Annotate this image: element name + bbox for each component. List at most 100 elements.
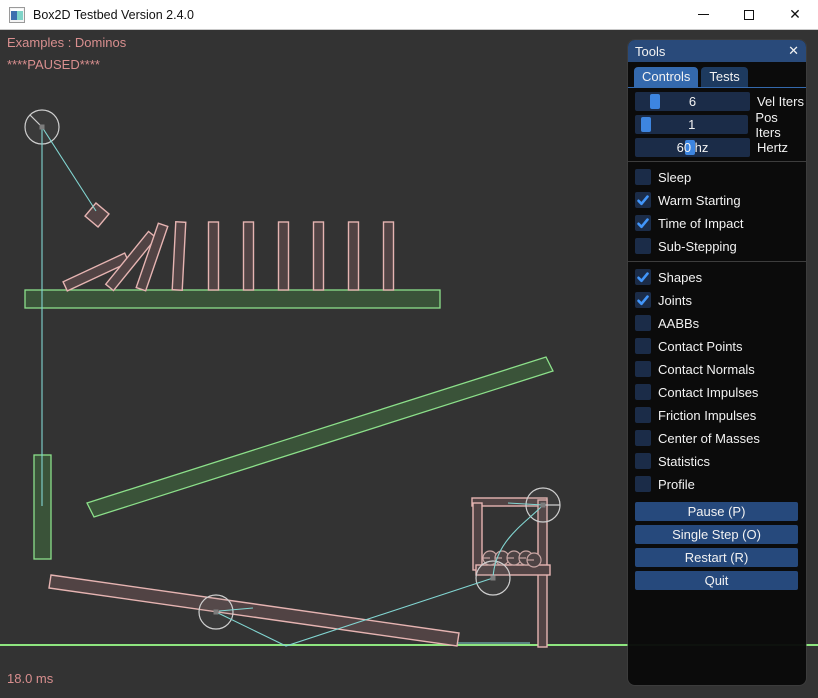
maximize-button[interactable] bbox=[726, 0, 772, 29]
upright-domino bbox=[172, 222, 186, 290]
tab-label: Controls bbox=[642, 69, 690, 84]
slider-label: Hertz bbox=[757, 140, 788, 155]
checkbox[interactable] bbox=[635, 215, 651, 231]
checkbox-row[interactable]: Joints bbox=[635, 292, 806, 308]
tools-panel: Tools ✕ Controls Tests bbox=[628, 40, 806, 685]
checkbox-row[interactable]: Time of Impact bbox=[635, 215, 806, 231]
checkbox[interactable] bbox=[635, 292, 651, 308]
checkbox-row[interactable]: Center of Masses bbox=[635, 430, 806, 446]
tilted-beam bbox=[87, 357, 553, 517]
checkbox[interactable] bbox=[635, 407, 651, 423]
panel-tab[interactable]: Controls bbox=[634, 67, 698, 87]
checkbox-label: Statistics bbox=[658, 454, 710, 469]
tools-panel-titlebar[interactable]: Tools ✕ bbox=[628, 40, 806, 62]
slider-row: 6 Vel Iters bbox=[635, 92, 806, 111]
domino-platform bbox=[25, 290, 440, 308]
slider-value: 1 bbox=[635, 115, 748, 134]
checkbox-row[interactable]: Friction Impulses bbox=[635, 407, 806, 423]
window-controls: ✕ bbox=[680, 0, 818, 29]
checkbox[interactable] bbox=[635, 169, 651, 185]
checkbox-label: Contact Normals bbox=[658, 362, 755, 377]
checkbox-label: Center of Masses bbox=[658, 431, 760, 446]
checkbox-row[interactable]: Contact Impulses bbox=[635, 384, 806, 400]
checkbox-label: Profile bbox=[658, 477, 695, 492]
panel-button-label: Pause (P) bbox=[688, 504, 746, 519]
slider-label: Pos Iters bbox=[755, 110, 806, 140]
checkbox-label: Joints bbox=[658, 293, 692, 308]
upright-domino bbox=[279, 222, 289, 290]
panel-button[interactable]: Single Step (O) bbox=[635, 525, 798, 544]
checkbox-label: Time of Impact bbox=[658, 216, 743, 231]
app-window: Box2D Testbed Version 2.4.0 ✕ bbox=[0, 0, 818, 698]
panel-button[interactable]: Restart (R) bbox=[635, 548, 798, 567]
pendulum-joint-line bbox=[42, 127, 96, 211]
checkbox-label: Contact Points bbox=[658, 339, 743, 354]
example-label: Examples : Dominos bbox=[7, 35, 126, 50]
checkbox-label: Warm Starting bbox=[658, 193, 741, 208]
panel-button[interactable]: Quit bbox=[635, 571, 798, 590]
upright-domino bbox=[209, 222, 219, 290]
checkbox[interactable] bbox=[635, 315, 651, 331]
anchor-square bbox=[214, 610, 219, 615]
checkbox-label: Contact Impulses bbox=[658, 385, 758, 400]
anchor-square bbox=[541, 503, 546, 508]
checkbox-row[interactable]: Contact Points bbox=[635, 338, 806, 354]
checkbox-row[interactable]: Sub-Stepping bbox=[635, 238, 806, 254]
slider[interactable]: 1 bbox=[635, 115, 748, 134]
check-icon bbox=[635, 192, 651, 208]
checkbox[interactable] bbox=[635, 238, 651, 254]
frame-left-bar bbox=[473, 503, 482, 570]
checkbox-row[interactable]: Shapes bbox=[635, 269, 806, 285]
tab-label: Tests bbox=[709, 69, 739, 84]
paused-label: ****PAUSED**** bbox=[7, 57, 100, 72]
slider[interactable]: 6 bbox=[635, 92, 750, 111]
panel-close-icon[interactable]: ✕ bbox=[788, 43, 799, 59]
window-title: Box2D Testbed Version 2.4.0 bbox=[33, 8, 194, 22]
checkbox-row[interactable]: Warm Starting bbox=[635, 192, 806, 208]
tools-panel-title: Tools bbox=[635, 44, 665, 59]
checkbox[interactable] bbox=[635, 384, 651, 400]
upright-domino bbox=[349, 222, 359, 290]
anchor-points bbox=[40, 125, 546, 615]
minimize-button[interactable] bbox=[680, 0, 726, 29]
checkbox-row[interactable]: Contact Normals bbox=[635, 361, 806, 377]
close-icon: ✕ bbox=[789, 6, 801, 23]
slider-row: 60 hz Hertz bbox=[635, 138, 806, 157]
checkbox[interactable] bbox=[635, 476, 651, 492]
tabbar: Controls Tests bbox=[628, 62, 806, 88]
panel-button[interactable]: Pause (P) bbox=[635, 502, 798, 521]
separator bbox=[628, 161, 806, 162]
pendulum-bob-square bbox=[85, 203, 109, 227]
slider-value: 6 bbox=[635, 92, 750, 111]
window-titlebar[interactable]: Box2D Testbed Version 2.4.0 ✕ bbox=[0, 0, 818, 30]
maximize-icon bbox=[744, 10, 754, 20]
checkbox[interactable] bbox=[635, 361, 651, 377]
slider[interactable]: 60 hz bbox=[635, 138, 750, 157]
anchor-square bbox=[491, 576, 496, 581]
see-saw-plank bbox=[49, 575, 459, 646]
checkbox-label: Sub-Stepping bbox=[658, 239, 737, 254]
panel-button-label: Restart (R) bbox=[685, 550, 749, 565]
check-icon bbox=[635, 292, 651, 308]
slider-group: 6 Vel Iters 1 Pos Iters bbox=[628, 88, 806, 157]
checkbox-row[interactable]: Profile bbox=[635, 476, 806, 492]
checkbox-row[interactable]: Statistics bbox=[635, 453, 806, 469]
checkbox[interactable] bbox=[635, 453, 651, 469]
dynamic-bodies[interactable] bbox=[49, 203, 550, 647]
checkbox[interactable] bbox=[635, 338, 651, 354]
close-button[interactable]: ✕ bbox=[772, 0, 818, 29]
upright-domino bbox=[314, 222, 324, 290]
slider-row: 1 Pos Iters bbox=[635, 115, 806, 134]
panel-buttons: Pause (P) Single Step (O) Restart (R) Qu… bbox=[628, 499, 806, 590]
checkbox-group-draw: Shapes Joints AABBs bbox=[628, 265, 806, 492]
checkbox[interactable] bbox=[635, 430, 651, 446]
panel-tab[interactable]: Tests bbox=[701, 67, 747, 87]
checkbox-label: Friction Impulses bbox=[658, 408, 756, 423]
checkbox-group-solver: Sleep Warm Starting Time of Impa bbox=[628, 165, 806, 254]
checkbox-row[interactable]: AABBs bbox=[635, 315, 806, 331]
checkbox[interactable] bbox=[635, 269, 651, 285]
slider-label: Vel Iters bbox=[757, 94, 804, 109]
checkbox-row[interactable]: Sleep bbox=[635, 169, 806, 185]
checkbox[interactable] bbox=[635, 192, 651, 208]
check-icon bbox=[635, 215, 651, 231]
